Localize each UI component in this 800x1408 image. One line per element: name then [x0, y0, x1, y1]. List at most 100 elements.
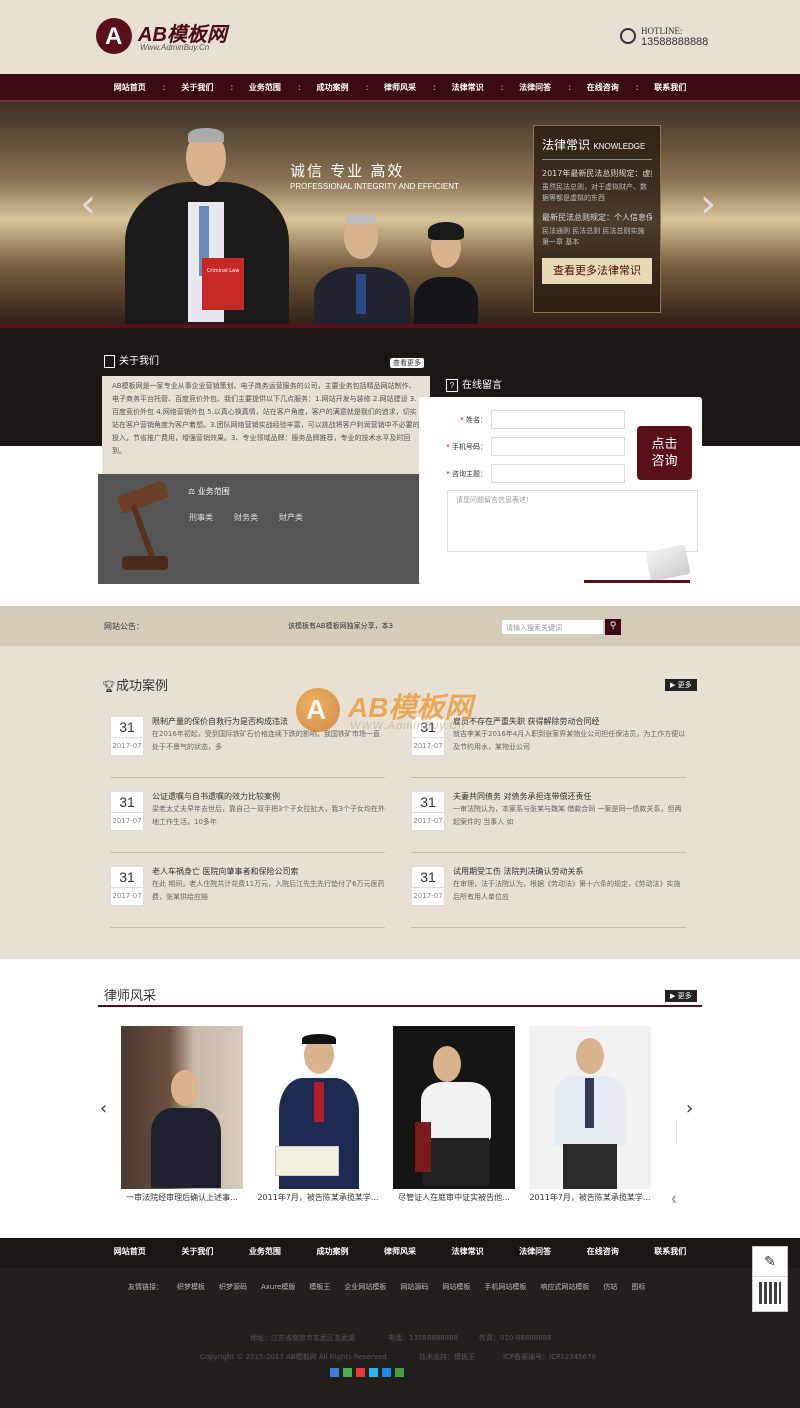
- case-title[interactable]: 公证遗嘱与自书遗嘱的效力比较案例: [152, 791, 385, 802]
- footer-nav-about[interactable]: 关于我们: [164, 1238, 232, 1268]
- main-nav: 网站首页 关于我们 业务范围 成功案例 律师风采 法律常识 法律问答 在线咨询 …: [0, 74, 800, 102]
- message-heading: ? 在线留言: [446, 376, 502, 392]
- message-textarea[interactable]: 请您问题留言信息表述!: [447, 490, 698, 552]
- qr-code-icon[interactable]: [759, 1282, 781, 1304]
- case-date: 31 2017-07: [110, 866, 144, 906]
- business-item[interactable]: 刑事类: [189, 512, 213, 523]
- question-icon: ?: [446, 379, 458, 392]
- site-logo[interactable]: A AB模板网 Www.AdminBuy.Cn: [96, 18, 246, 58]
- search-icon[interactable]: ⚲: [605, 619, 621, 635]
- footer-nav-qa[interactable]: 法律问答: [501, 1238, 569, 1268]
- nav-about[interactable]: 关于我们: [164, 74, 232, 102]
- lawyer-face: [576, 1038, 604, 1074]
- cases-heading: 🏆︎成功案例: [102, 678, 168, 693]
- footer-nav: 网站首页 关于我们 业务范围 成功案例 律师风采 法律常识 法律问答 在线咨询 …: [0, 1238, 800, 1268]
- notice-text[interactable]: 该模板有AB模板网独家分享，本3: [288, 621, 393, 631]
- nav-cases[interactable]: 成功案例: [299, 74, 367, 102]
- footer-nav-consult[interactable]: 在线咨询: [569, 1238, 637, 1268]
- hair: [188, 128, 224, 142]
- nav-knowledge[interactable]: 法律常识: [434, 74, 503, 102]
- phone-label: * 手机号码：: [446, 442, 487, 451]
- friend-link[interactable]: 网站模板: [442, 1282, 470, 1292]
- lawyers-heading: 律师风采: [104, 988, 157, 1003]
- qzone-icon[interactable]: [330, 1368, 339, 1377]
- friend-link[interactable]: 织梦源码: [219, 1282, 247, 1292]
- case-item[interactable]: 31 2017-07 夫妻共同债务 对债务承担连带偿还责任 一审法院认为，本案系与…: [411, 791, 686, 853]
- nav-home[interactable]: 网站首页: [96, 74, 165, 102]
- more-knowledge-button[interactable]: 查看更多法律常识: [542, 258, 652, 284]
- friend-link[interactable]: 模板王: [309, 1282, 330, 1292]
- banner-slogan-en: PROFESSIONAL INTEGRITY AND EFFICIENT: [290, 182, 459, 191]
- logo-mark: A: [96, 18, 132, 54]
- lawyer-caption-partial: 《: [668, 1195, 676, 1204]
- friend-link[interactable]: 网站源码: [400, 1282, 428, 1292]
- lawyer-caption: 2011年7月，被告陈某承揽某学...: [529, 1193, 651, 1202]
- hair: [302, 1034, 336, 1044]
- lawyer-card[interactable]: 2011年7月，被告陈某承揽某学...: [529, 1026, 651, 1202]
- about-more-link[interactable]: 查看更多: [390, 358, 424, 368]
- nav-qa[interactable]: 法律问答: [501, 74, 570, 102]
- lawyer-card[interactable]: 尽管证人在庭审中证实被告他...: [393, 1026, 515, 1202]
- lawyer-caption: 尽管证人在庭审中证实被告他...: [398, 1193, 510, 1202]
- phone-input[interactable]: [491, 437, 625, 456]
- knowledge-box: 法律常识 KNOWLEDGE 2017年最新民法总则规定：虚拟财 虽然民法总则，…: [533, 125, 661, 313]
- knowledge-item-desc: 虽然民法总则，对于虚拟财产、数据等都是虚拟的东西: [542, 183, 647, 202]
- case-title[interactable]: 试用期受工伤 法院判决确认劳动关系: [453, 866, 686, 877]
- friend-links-label: 友情链接：: [128, 1283, 163, 1291]
- subject-label: * 咨询主题：: [446, 469, 487, 478]
- weibo-icon[interactable]: [356, 1368, 365, 1377]
- knowledge-item-title[interactable]: 最新民法总则规定：个人信息保护: [542, 212, 652, 223]
- lawyer-card[interactable]: 一审法院经审理后确认上述事...: [121, 1026, 243, 1202]
- chair: [415, 1122, 431, 1172]
- business-item[interactable]: 財产类: [279, 512, 303, 523]
- renren-icon[interactable]: [382, 1368, 391, 1377]
- lawyer-card[interactable]: 2011年7月，被告陈某承揽某学...: [257, 1026, 379, 1202]
- business-item[interactable]: 财务类: [234, 512, 258, 523]
- friend-link[interactable]: 手机网站模板: [484, 1282, 526, 1292]
- friend-link[interactable]: 仿站: [603, 1282, 617, 1292]
- scale-icon: ⚖: [188, 487, 198, 496]
- footer-nav-business[interactable]: 业务范围: [231, 1238, 299, 1268]
- case-desc: 梁老太丈夫早年去世后，靠自己一双手把3个子女拉扯大，我3个子女均在外地工作生活，…: [152, 805, 385, 826]
- nav-business[interactable]: 业务范围: [231, 74, 300, 102]
- douban-icon[interactable]: [395, 1368, 404, 1377]
- edit-icon[interactable]: ✎: [753, 1247, 787, 1277]
- lawyers-prev-arrow[interactable]: ‹: [100, 1098, 107, 1119]
- footer-nav-lawyers[interactable]: 律师风采: [366, 1238, 434, 1268]
- knowledge-title: 法律常识 KNOWLEDGE: [542, 136, 652, 160]
- case-title[interactable]: 老人车祸身亡 医院向肇事者和保险公司索: [152, 866, 385, 877]
- friend-link[interactable]: 图标: [631, 1282, 645, 1292]
- tie: [585, 1078, 594, 1128]
- case-item[interactable]: 31 2017-07 试用期受工伤 法院判决确认劳动关系 在审理，法于法院认为，根…: [411, 866, 686, 928]
- case-item[interactable]: 31 2017-07 老人车祸身亡 医院向肇事者和保险公司索 在此 期间，老人住院…: [110, 866, 385, 928]
- banner-next-arrow[interactable]: ›: [700, 184, 716, 224]
- tencent-weibo-icon[interactable]: [369, 1368, 378, 1377]
- case-desc: 一审法院认为，本案系与张某与魏某 借款合同 一案是同一债款关系，但两起案件的 当…: [453, 805, 682, 826]
- law-book: Criminal Law: [202, 258, 244, 310]
- case-date: 31 2017-07: [411, 791, 445, 831]
- nav-lawyers[interactable]: 律师风采: [366, 74, 435, 102]
- friend-link[interactable]: Axure模版: [261, 1282, 295, 1292]
- subject-input[interactable]: [491, 464, 625, 483]
- friend-link[interactable]: 响应式网站模板: [540, 1282, 589, 1292]
- case-item[interactable]: 31 2017-07 公证遗嘱与自书遗嘱的效力比较案例 梁老太丈夫早年去世后，靠自…: [110, 791, 385, 853]
- nav-contact[interactable]: 联系我们: [637, 74, 705, 100]
- consult-submit-button[interactable]: 点击 咨询: [637, 426, 692, 480]
- banner-prev-arrow[interactable]: ‹: [80, 184, 96, 224]
- footer-nav-cases[interactable]: 成功案例: [299, 1238, 367, 1268]
- name-input[interactable]: [491, 410, 625, 429]
- cases-more-link[interactable]: ▶ 更多: [665, 679, 697, 691]
- nav-consult[interactable]: 在线咨询: [569, 74, 638, 102]
- friend-link[interactable]: 企业网站模板: [344, 1282, 386, 1292]
- footer-nav-home[interactable]: 网站首页: [96, 1238, 164, 1268]
- trophy-icon: 🏆︎: [102, 681, 116, 693]
- search-input[interactable]: 请输入搜索关键词: [501, 619, 604, 635]
- lawyers-next-arrow[interactable]: ›: [686, 1098, 693, 1119]
- wechat-icon[interactable]: [343, 1368, 352, 1377]
- lawyers-more-link[interactable]: ▶ 更多: [665, 990, 697, 1002]
- friend-link[interactable]: 织梦模板: [177, 1282, 205, 1292]
- footer-nav-contact[interactable]: 联系我们: [637, 1238, 705, 1268]
- knowledge-item-title[interactable]: 2017年最新民法总则规定：虚拟财: [542, 168, 652, 179]
- footer-nav-knowledge[interactable]: 法律常识: [434, 1238, 502, 1268]
- case-title[interactable]: 夫妻共同债务 对债务承担连带偿还责任: [453, 791, 686, 802]
